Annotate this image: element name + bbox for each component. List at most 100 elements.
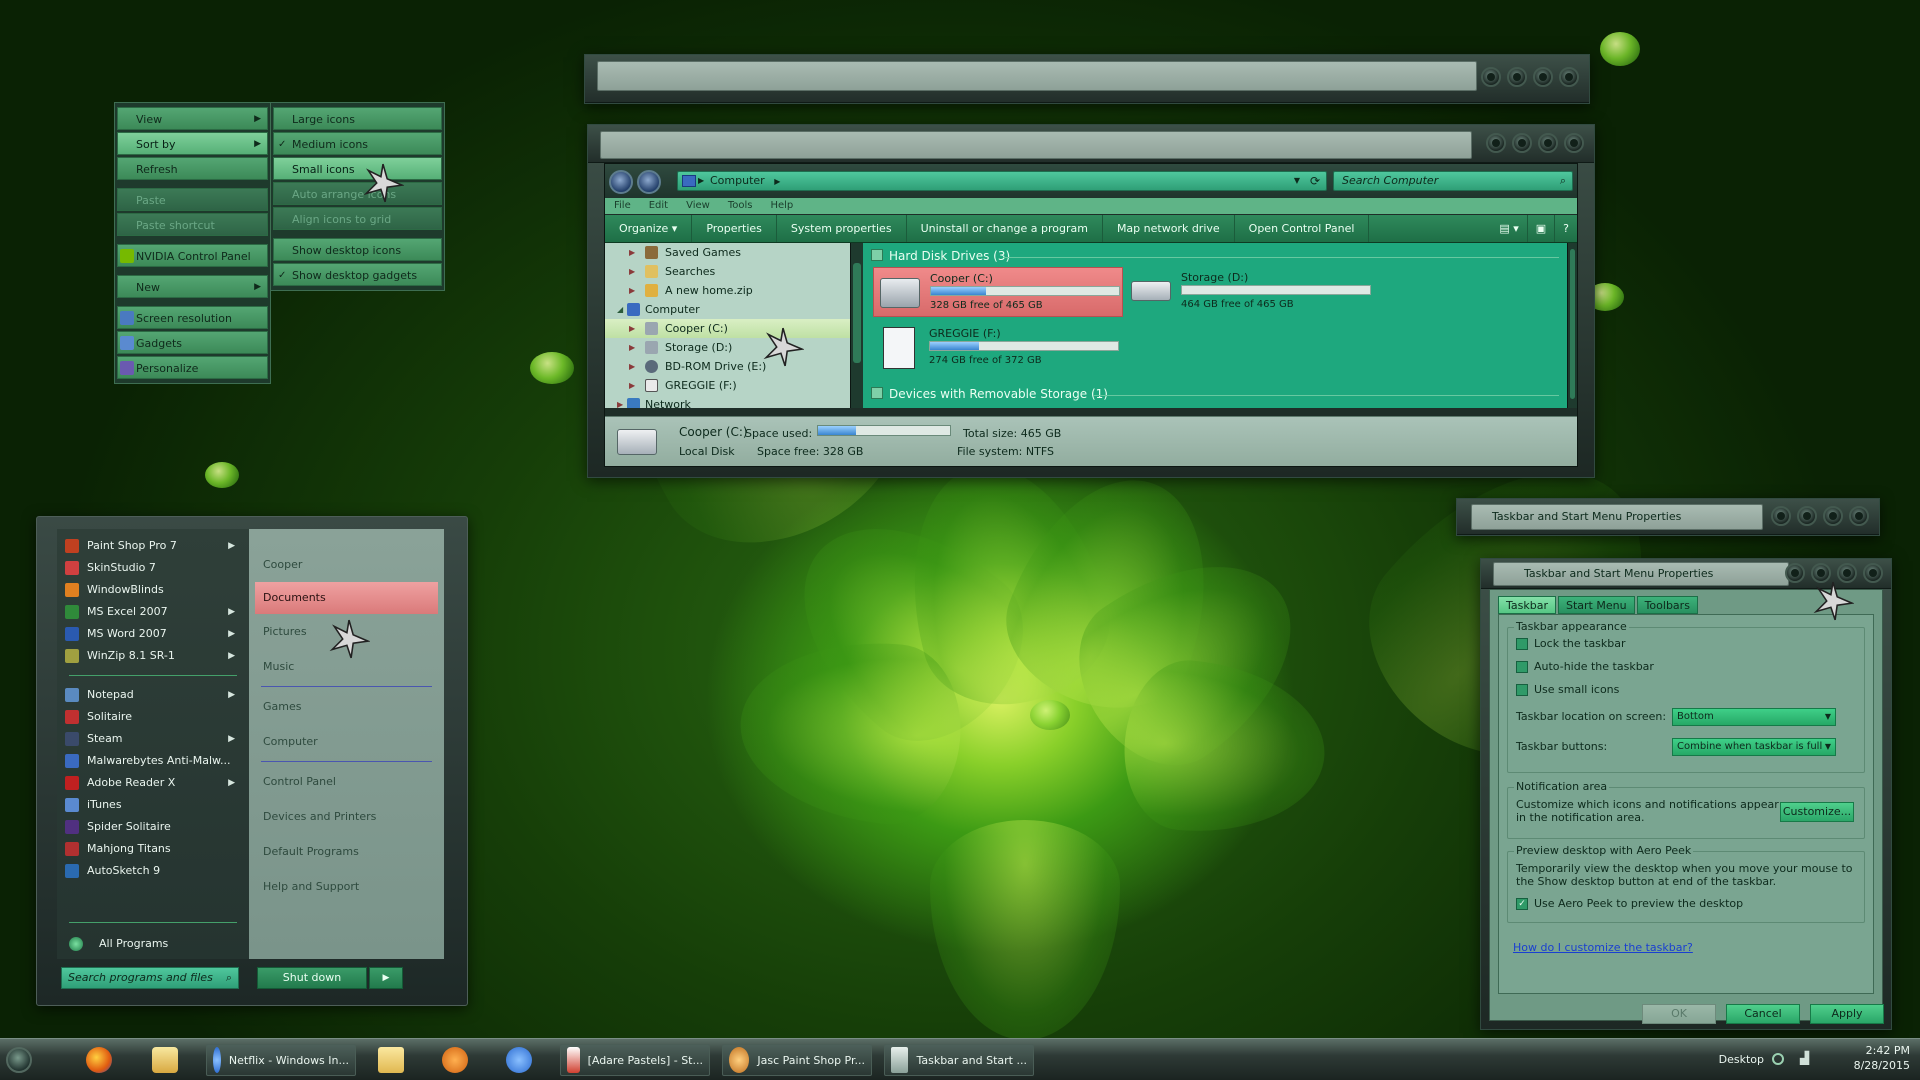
ctx-paste-shortcut[interactable]: Paste shortcut bbox=[117, 213, 268, 236]
sub-medium-icons[interactable]: ✓ Medium icons bbox=[273, 132, 442, 155]
start-program-item[interactable]: Paint Shop Pro 7 ▶ bbox=[57, 535, 249, 557]
start-program-item[interactable]: Malwarebytes Anti-Malw... bbox=[57, 750, 249, 772]
desktop-toolbar-label[interactable]: Desktop bbox=[1719, 1053, 1764, 1066]
system-properties-button[interactable]: System properties bbox=[777, 215, 907, 242]
start-program-item[interactable]: Notepad ▶ bbox=[57, 684, 249, 706]
taskbar-explorer[interactable] bbox=[378, 1044, 404, 1076]
back-button[interactable] bbox=[609, 170, 633, 194]
minimize-button[interactable] bbox=[1771, 506, 1791, 526]
start-program-item[interactable]: Adobe Reader X ▶ bbox=[57, 772, 249, 794]
content-scrollbar[interactable] bbox=[1567, 243, 1577, 408]
sub-show-desktop-icons[interactable]: Show desktop icons bbox=[273, 238, 442, 261]
customize-button[interactable]: Customize... bbox=[1780, 802, 1854, 822]
start-program-item[interactable]: Steam ▶ bbox=[57, 728, 249, 750]
close-button[interactable] bbox=[1863, 563, 1883, 583]
tree-scrollbar[interactable] bbox=[850, 243, 863, 408]
taskbar-location-select[interactable]: Bottom ▼ bbox=[1672, 708, 1836, 726]
help-link[interactable]: How do I customize the taskbar? bbox=[1513, 941, 1693, 954]
clock[interactable]: 2:42 PM 8/28/2015 bbox=[1854, 1043, 1910, 1073]
menu-view[interactable]: View bbox=[677, 198, 719, 214]
sub-align-grid[interactable]: Align icons to grid bbox=[273, 207, 442, 230]
taskbar-task-netflix[interactable]: Netflix - Windows In... bbox=[206, 1044, 356, 1076]
tab-toolbars[interactable]: Toolbars bbox=[1636, 596, 1698, 614]
tab-start-menu[interactable]: Start Menu bbox=[1558, 596, 1635, 614]
tree-item-greggie-f[interactable]: ▶ GREGGIE (F:) bbox=[605, 376, 850, 395]
taskbar-task-properties[interactable]: Taskbar and Start ... bbox=[884, 1044, 1034, 1076]
ctx-sort-by[interactable]: Sort by ▶ bbox=[117, 132, 268, 155]
close-button[interactable] bbox=[1559, 67, 1579, 87]
start-link-item[interactable]: Devices and Printers bbox=[249, 799, 444, 834]
taskbar-firefox[interactable] bbox=[86, 1044, 112, 1076]
start-link-item[interactable]: Computer bbox=[249, 724, 444, 759]
preview-pane-button[interactable]: ▣ bbox=[1528, 215, 1556, 242]
all-programs-button[interactable]: All Programs bbox=[57, 933, 249, 955]
properties-button[interactable]: Properties bbox=[692, 215, 777, 242]
start-program-item[interactable]: Spider Solitaire bbox=[57, 816, 249, 838]
ctx-nvidia-control-panel[interactable]: NVIDIA Control Panel bbox=[117, 244, 268, 267]
start-program-item[interactable]: MS Excel 2007 ▶ bbox=[57, 601, 249, 623]
sub-large-icons[interactable]: Large icons bbox=[273, 107, 442, 130]
drive-storage-d[interactable]: Storage (D:) 464 GB free of 465 GB bbox=[1125, 267, 1375, 317]
taskbar-app[interactable] bbox=[442, 1044, 468, 1076]
small-icons-checkbox[interactable]: Use small icons bbox=[1516, 682, 1619, 698]
ctx-gadgets[interactable]: Gadgets bbox=[117, 331, 268, 354]
ctx-refresh[interactable]: Refresh bbox=[117, 157, 268, 180]
tree-item-storage-d[interactable]: ▶ Storage (D:) bbox=[605, 338, 850, 357]
explorer-search-input[interactable]: Search Computer ⌕ bbox=[1333, 171, 1573, 191]
start-program-item[interactable]: AutoSketch 9 bbox=[57, 860, 249, 882]
sub-show-desktop-gadgets[interactable]: ✓ Show desktop gadgets bbox=[273, 263, 442, 286]
address-bar[interactable]: ▶ Computer ▶ ▼ ⟳ bbox=[677, 171, 1327, 191]
shutdown-button[interactable]: Shut down bbox=[257, 967, 367, 989]
maximize-button[interactable] bbox=[1797, 506, 1817, 526]
taskbar-mail[interactable] bbox=[152, 1044, 178, 1076]
restore-button[interactable] bbox=[1538, 133, 1558, 153]
menu-help[interactable]: Help bbox=[761, 198, 802, 214]
apply-button[interactable]: Apply bbox=[1810, 1004, 1884, 1024]
start-program-item[interactable]: WinZip 8.1 SR-1 ▶ bbox=[57, 645, 249, 667]
maximize-button[interactable] bbox=[1507, 67, 1527, 87]
start-link-item[interactable]: Default Programs bbox=[249, 834, 444, 869]
ok-button[interactable]: OK bbox=[1642, 1004, 1716, 1024]
open-control-panel-button[interactable]: Open Control Panel bbox=[1235, 215, 1370, 242]
forward-button[interactable] bbox=[637, 170, 661, 194]
sub-small-icons[interactable]: Small icons bbox=[273, 157, 442, 180]
network-tray-icon[interactable]: ▟ bbox=[1800, 1051, 1809, 1065]
minimize-button[interactable] bbox=[1481, 67, 1501, 87]
tree-item-cooper-c[interactable]: ▶ Cooper (C:) bbox=[605, 319, 850, 338]
start-link-item[interactable]: Games bbox=[249, 689, 444, 724]
start-link-item[interactable]: Documents bbox=[255, 582, 438, 614]
cancel-button[interactable]: Cancel bbox=[1726, 1004, 1800, 1024]
tab-taskbar[interactable]: Taskbar bbox=[1498, 596, 1556, 614]
tree-item-saved-games[interactable]: ▶ Saved Games bbox=[605, 243, 850, 262]
tree-item-searches[interactable]: ▶ Searches bbox=[605, 262, 850, 281]
uninstall-program-button[interactable]: Uninstall or change a program bbox=[907, 215, 1103, 242]
start-program-item[interactable]: WindowBlinds bbox=[57, 579, 249, 601]
restore-button[interactable] bbox=[1823, 506, 1843, 526]
maximize-button[interactable] bbox=[1512, 133, 1532, 153]
map-network-drive-button[interactable]: Map network drive bbox=[1103, 215, 1235, 242]
change-view-button[interactable]: ▤ ▾ bbox=[1491, 215, 1528, 242]
start-link-item[interactable]: Cooper bbox=[249, 547, 444, 582]
menu-tools[interactable]: Tools bbox=[719, 198, 762, 214]
tree-item-network[interactable]: ▶ Network bbox=[605, 395, 850, 408]
start-program-item[interactable]: Solitaire bbox=[57, 706, 249, 728]
drive-cooper-c[interactable]: Cooper (C:) 328 GB free of 465 GB bbox=[873, 267, 1123, 317]
tree-item-zip[interactable]: ▶ A new home.zip bbox=[605, 281, 850, 300]
start-program-item[interactable]: MS Word 2007 ▶ bbox=[57, 623, 249, 645]
tree-item-bd-rom-e[interactable]: ▶ BD-ROM Drive (E:) bbox=[605, 357, 850, 376]
minimize-button[interactable] bbox=[1486, 133, 1506, 153]
drive-greggie-f[interactable]: GREGGIE (F:) 274 GB free of 372 GB bbox=[873, 323, 1123, 373]
taskbar-buttons-select[interactable]: Combine when taskbar is full ▼ bbox=[1672, 738, 1836, 756]
organize-button[interactable]: Organize ▾ bbox=[605, 215, 693, 242]
ctx-view[interactable]: View ▶ bbox=[117, 107, 268, 130]
taskbar-ie[interactable] bbox=[506, 1044, 532, 1076]
ctx-new[interactable]: New ▶ bbox=[117, 275, 268, 298]
sub-auto-arrange[interactable]: Auto arrange icons bbox=[273, 182, 442, 205]
ctx-paste[interactable]: Paste bbox=[117, 188, 268, 211]
dropdown-icon[interactable]: ▼ bbox=[1294, 172, 1300, 190]
refresh-icon[interactable]: ⟳ bbox=[1310, 172, 1320, 190]
minimize-button[interactable] bbox=[1785, 563, 1805, 583]
tree-item-computer[interactable]: ◢ Computer bbox=[605, 300, 850, 319]
help-icon[interactable]: ? bbox=[1555, 215, 1577, 242]
menu-edit[interactable]: Edit bbox=[640, 198, 677, 214]
